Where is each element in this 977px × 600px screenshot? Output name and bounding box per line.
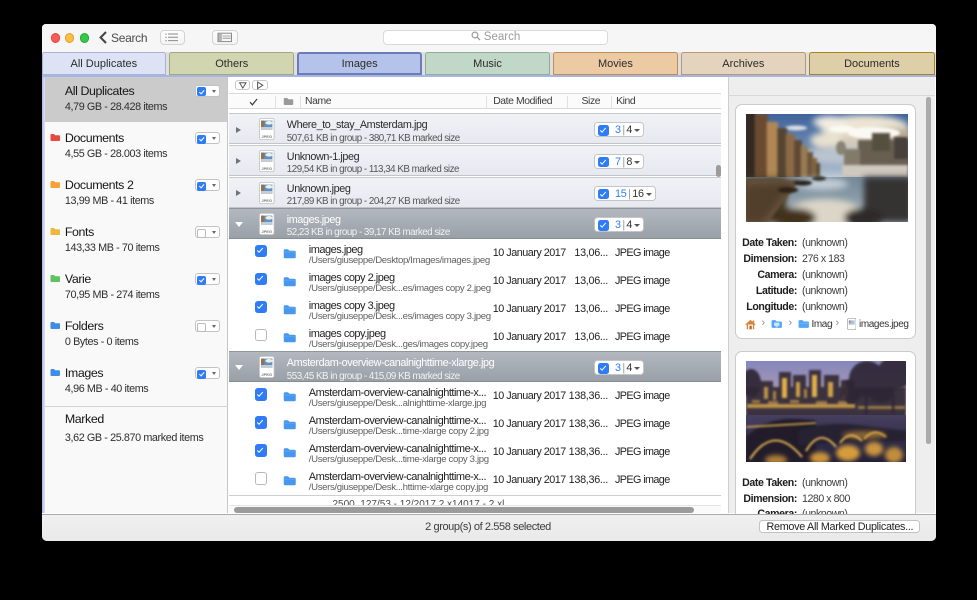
svg-text:JPEG: JPEG bbox=[261, 198, 272, 203]
svg-text:JPEG: JPEG bbox=[261, 166, 272, 171]
svg-text:JPEG: JPEG bbox=[261, 229, 272, 234]
svg-text:JPEG: JPEG bbox=[261, 372, 272, 377]
svg-text:JPEG: JPEG bbox=[261, 134, 272, 139]
